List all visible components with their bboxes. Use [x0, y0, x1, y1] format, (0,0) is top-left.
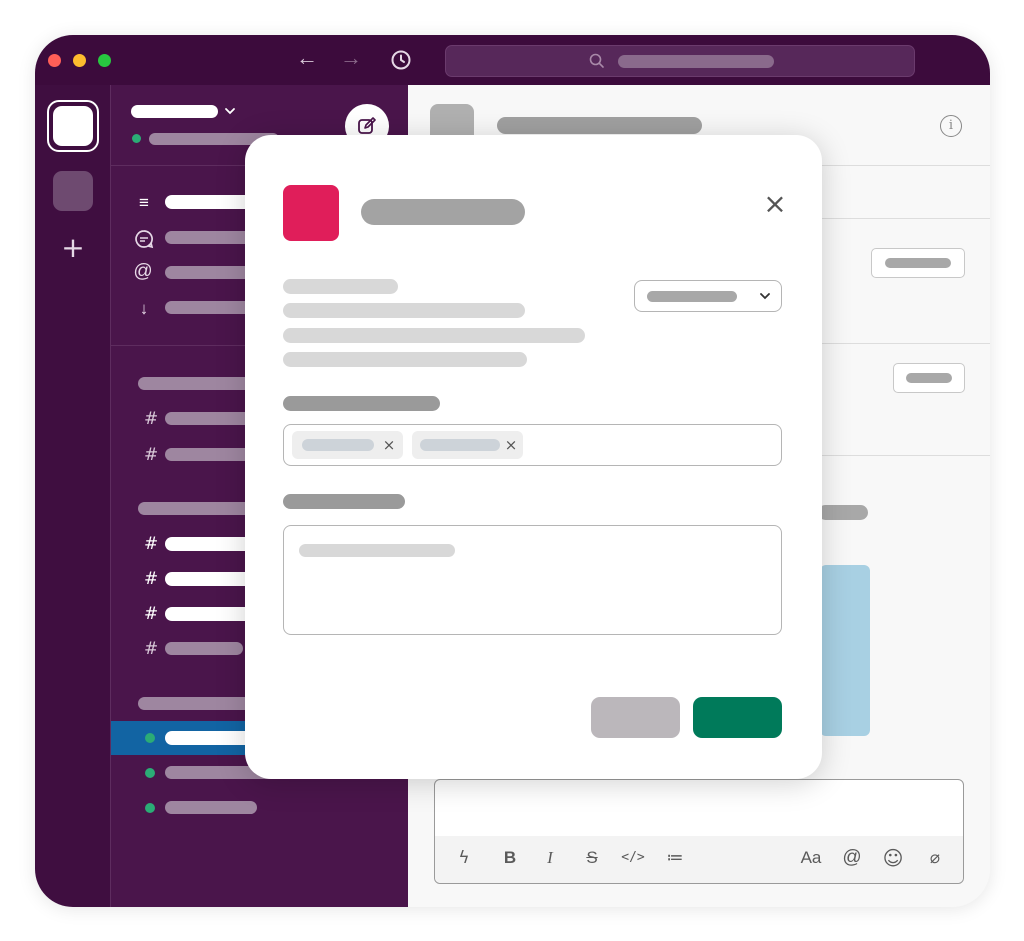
title-bar: ← →	[35, 35, 990, 85]
section-header-direct-messages[interactable]	[138, 697, 258, 710]
description-line	[283, 303, 525, 318]
mentions-icon: @	[133, 261, 153, 282]
compose-icon	[358, 117, 376, 134]
history-clock-icon[interactable]	[390, 49, 412, 71]
workspace-avatar-secondary[interactable]	[53, 171, 93, 211]
info-icon[interactable]: i	[940, 115, 962, 137]
workspace-name[interactable]	[131, 105, 218, 118]
submit-button[interactable]	[693, 697, 782, 738]
workspace-switcher-active[interactable]	[47, 100, 99, 152]
modal-dialog: × × ×	[245, 135, 822, 779]
app-icon	[283, 185, 339, 241]
channel-item[interactable]	[165, 642, 243, 655]
description-line	[283, 328, 585, 343]
search-bar[interactable]	[445, 45, 915, 77]
presence-dot	[132, 134, 141, 143]
section-header-channels[interactable]	[138, 377, 258, 390]
channel-hash-icon: #	[144, 409, 159, 429]
message-action-button[interactable]	[893, 363, 965, 393]
workspace-avatar	[53, 106, 93, 146]
channel-hash-icon: #	[144, 639, 159, 659]
message-action-button[interactable]	[871, 248, 965, 278]
list-icon[interactable]: ≔	[664, 848, 686, 868]
chip-remove-icon[interactable]: ×	[382, 436, 396, 454]
shortcuts-icon[interactable]: ϟ	[454, 848, 474, 868]
close-window-button[interactable]	[48, 54, 61, 67]
attach-icon[interactable]: ⌀	[924, 848, 946, 868]
bold-icon[interactable]: B	[500, 848, 520, 868]
dms-icon	[135, 230, 154, 249]
cancel-button[interactable]	[591, 697, 680, 738]
message-attachment-preview[interactable]	[820, 565, 870, 736]
description-line	[283, 279, 398, 294]
threads-icon: ≡	[139, 193, 149, 212]
field-label	[283, 396, 440, 411]
italic-icon[interactable]: I	[540, 848, 560, 868]
minimize-window-button[interactable]	[73, 54, 86, 67]
strikethrough-icon[interactable]: S	[582, 848, 602, 868]
presence-dot	[145, 803, 155, 813]
channel-hash-icon: #	[144, 445, 159, 465]
search-placeholder	[618, 55, 774, 68]
channel-hash-icon: #	[144, 569, 159, 589]
message-textarea[interactable]	[283, 525, 782, 635]
zoom-window-button[interactable]	[98, 54, 111, 67]
channel-title	[497, 117, 702, 134]
option-select[interactable]	[634, 280, 782, 312]
forward-arrow-icon[interactable]: →	[339, 47, 363, 71]
textarea-placeholder	[299, 544, 455, 557]
search-icon	[589, 53, 604, 68]
dm-item[interactable]	[165, 801, 257, 814]
channel-hash-icon: #	[144, 534, 159, 554]
format-icon[interactable]: Aa	[797, 848, 825, 868]
people-multi-select[interactable]: × ×	[283, 424, 782, 466]
selected-chip: ×	[412, 431, 523, 459]
message-action-label	[885, 258, 951, 268]
emoji-icon[interactable]: ☺	[882, 848, 904, 868]
modal-title	[361, 199, 525, 225]
chip-label	[302, 439, 374, 451]
add-workspace-icon[interactable]: +	[58, 233, 88, 263]
workspace-rail: +	[35, 85, 110, 907]
message-sender	[818, 505, 868, 520]
back-arrow-icon[interactable]: ←	[295, 47, 319, 71]
field-label	[283, 494, 405, 509]
chevron-down-icon[interactable]	[224, 106, 236, 116]
chip-remove-icon[interactable]: ×	[504, 436, 518, 454]
description-line	[283, 352, 527, 367]
message-action-label	[906, 373, 952, 383]
channel-hash-icon: #	[144, 604, 159, 624]
chip-label	[420, 439, 500, 451]
close-icon[interactable]: ×	[763, 190, 787, 218]
presence-dot	[145, 768, 155, 778]
section-header-channels[interactable]	[138, 502, 258, 515]
mention-icon[interactable]: @	[841, 848, 863, 868]
code-icon[interactable]: </>	[618, 848, 648, 868]
selected-chip: ×	[292, 431, 403, 459]
presence-dot	[145, 733, 155, 743]
select-value	[647, 291, 737, 302]
chevron-down-icon	[760, 293, 770, 300]
saved-icon: ↓	[139, 299, 149, 318]
